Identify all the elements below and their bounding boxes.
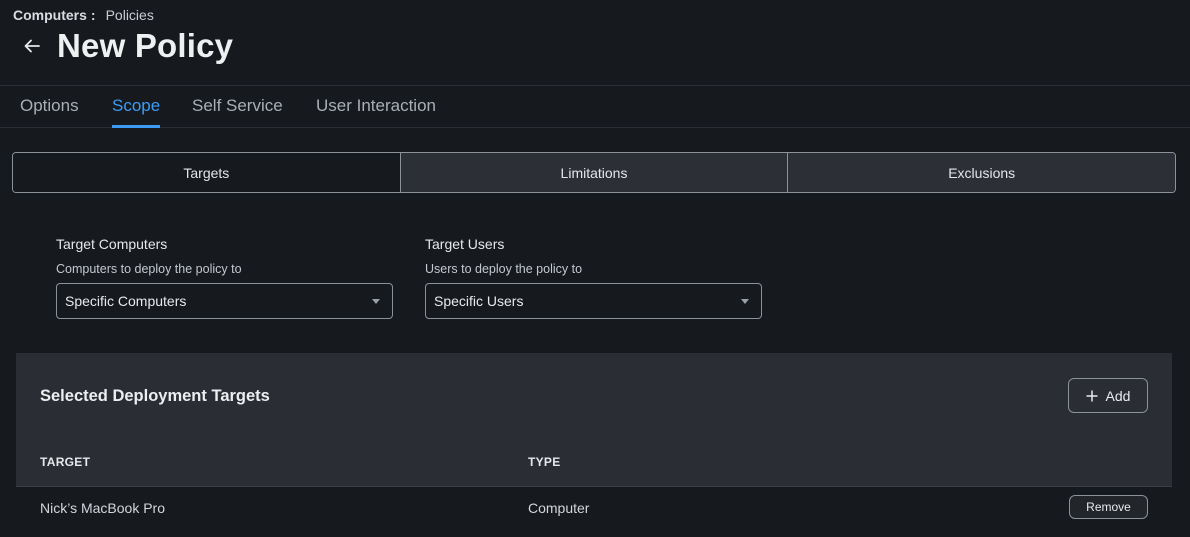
page-title: New Policy: [57, 27, 234, 64]
plus-icon: [1086, 390, 1098, 401]
deployment-targets-panel: Selected Deployment Targets Add TARGET T…: [16, 353, 1172, 537]
column-header-target: TARGET: [40, 455, 91, 469]
add-button-label: Add: [1105, 387, 1131, 404]
tab-user-interaction[interactable]: User Interaction: [316, 86, 436, 128]
tab-options[interactable]: Options: [20, 86, 79, 128]
arrow-left-icon: [24, 39, 40, 53]
segment-exclusions[interactable]: Exclusions: [787, 153, 1175, 192]
caret-down-icon: [372, 298, 380, 304]
tab-bar: Options Scope Self Service User Interact…: [0, 85, 1190, 128]
panel-title: Selected Deployment Targets: [40, 387, 270, 405]
target-computers-select[interactable]: Specific Computers: [56, 283, 393, 319]
breadcrumb-current: Policies: [105, 6, 154, 23]
target-computers-value: Specific Computers: [65, 293, 187, 309]
target-computers-help: Computers to deploy the policy to: [56, 262, 242, 276]
target-users-field: Target Users Users to deploy the policy …: [425, 236, 762, 319]
scope-segmented-control: Targets Limitations Exclusions: [12, 152, 1176, 193]
table-row: Nick’s MacBook Pro Computer Remove: [16, 486, 1172, 537]
target-users-label: Target Users: [425, 236, 505, 252]
breadcrumb: Computers : Policies: [13, 6, 154, 23]
target-type-cell: Computer: [528, 500, 590, 516]
breadcrumb-separator: :: [90, 6, 96, 23]
back-button[interactable]: [20, 34, 44, 58]
segment-targets[interactable]: Targets: [13, 153, 400, 192]
target-name-cell: Nick’s MacBook Pro: [40, 500, 166, 516]
target-users-select[interactable]: Specific Users: [425, 283, 762, 319]
caret-down-icon: [741, 298, 749, 304]
target-computers-field: Target Computers Computers to deploy the…: [56, 236, 393, 319]
target-users-help: Users to deploy the policy to: [425, 262, 583, 276]
segment-limitations[interactable]: Limitations: [399, 153, 788, 192]
target-computers-label: Target Computers: [56, 236, 168, 252]
breadcrumb-computers-link[interactable]: Computers: [13, 7, 87, 23]
tab-scope[interactable]: Scope: [112, 86, 161, 128]
remove-target-button[interactable]: Remove: [1069, 495, 1148, 519]
target-users-value: Specific Users: [434, 293, 524, 309]
tab-self-service[interactable]: Self Service: [192, 86, 283, 128]
column-header-type: TYPE: [528, 455, 561, 469]
add-target-button[interactable]: Add: [1068, 378, 1148, 413]
